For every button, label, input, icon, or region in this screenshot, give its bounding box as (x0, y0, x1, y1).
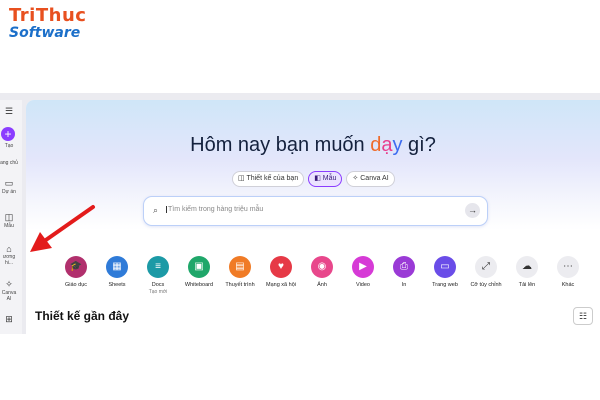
sparkle-icon: ✧ (5, 279, 13, 289)
arrow-right-icon: → (468, 205, 477, 215)
template-icon: ◫ (4, 212, 14, 222)
menu-icon: ☰ (4, 106, 14, 116)
brand-icon: ⌂ (6, 244, 12, 254)
sidebar-item-label: Canva AI (1, 290, 17, 302)
tab-templates[interactable]: ◧ Mẫu (308, 171, 343, 187)
apps-icon: ⊞ (5, 314, 13, 324)
hero-title-letter: d (370, 134, 382, 156)
recent-designs-heading: Thiết kế gần đây (35, 309, 130, 323)
hero-title-text: Hôm nay bạn muốn (190, 134, 371, 156)
design-icon: ◫ (238, 175, 245, 182)
category-label: Cỡ tùy chỉnh (470, 282, 502, 288)
search-input[interactable]: ⌕ Tìm kiếm trong hàng triệu mẫu → (143, 196, 488, 226)
category-7[interactable]: ▶ Video (343, 256, 383, 288)
category-icon: ⋯ (557, 256, 579, 278)
category-icon: ≡ (147, 256, 169, 278)
hero-title-letter: ạ (381, 134, 393, 156)
category-label: Docs (151, 282, 165, 288)
sidebar-menu[interactable]: ☰ (0, 106, 18, 117)
category-9[interactable]: ▭ Trang web (425, 256, 465, 288)
sidebar-item-label: Dự án (2, 189, 16, 195)
category-label: In (401, 282, 407, 288)
sidebar-item-canva-ai[interactable]: ✧ Canva AI (0, 279, 18, 302)
tab-label: Thiết kế của bạn (246, 175, 299, 182)
hero-title-letter: y (392, 134, 403, 156)
category-label: Whiteboard (184, 282, 214, 288)
category-11[interactable]: ☁ Tải lên (507, 256, 547, 288)
category-icon: ▶ (352, 256, 374, 278)
category-icon: ☁ (516, 256, 538, 278)
watermark-logo: TriThuc Software (9, 6, 99, 42)
category-sublabel: Tạo mới (148, 289, 168, 295)
create-button[interactable]: + (1, 127, 15, 141)
category-label: Trang web (432, 282, 458, 288)
category-6[interactable]: ◉ Ảnh (302, 256, 342, 288)
tab-your-designs[interactable]: ◫ Thiết kế của bạn (232, 171, 305, 187)
category-icon: 🎓 (65, 256, 87, 278)
category-icon: ♥ (270, 256, 292, 278)
category-5[interactable]: ♥ Mạng xã hội (261, 256, 301, 288)
list-view-button[interactable]: ☷ (573, 307, 593, 325)
category-icon: ▦ (106, 256, 128, 278)
category-label: Mạng xã hội (266, 282, 296, 288)
category-label: Tải lên (518, 282, 536, 288)
category-label: Ảnh (317, 282, 327, 288)
sidebar-item-apps[interactable]: ⊞ (0, 314, 18, 325)
sidebar-item-label: ang chủ (0, 160, 18, 166)
category-12[interactable]: ⋯ Khác (548, 256, 588, 288)
sidebar-item-templates[interactable]: ◫ Mẫu (0, 212, 18, 229)
category-label: Video (356, 282, 370, 288)
logo-line-2: Software (9, 25, 81, 41)
tab-canva-ai[interactable]: ✧ Canva AI (346, 171, 395, 187)
category-1[interactable]: ▦ Sheets (97, 256, 137, 288)
category-4[interactable]: ▤ Thuyết trình (220, 256, 260, 288)
category-icon: ⎙ (393, 256, 415, 278)
search-icon: ⌕ (153, 205, 159, 215)
search-mode-tabs: ◫ Thiết kế của bạn ◧ Mẫu ✧ Canva AI (232, 171, 395, 187)
category-icon: ▣ (188, 256, 210, 278)
sidebar-item-create-label: Tạo (4, 143, 14, 149)
category-8[interactable]: ⎙ In (384, 256, 424, 288)
template-icon: ◧ (314, 175, 321, 182)
sidebar-item-brand[interactable]: ⌂ ương hi... (0, 244, 18, 266)
hero-banner: Hôm nay bạn muốn dạy gì? ◫ Thiết kế của … (26, 100, 600, 230)
main-content: Hôm nay bạn muốn dạy gì? ◫ Thiết kế của … (26, 100, 600, 334)
category-icon: ▤ (229, 256, 251, 278)
category-label: Thuyết trình (225, 282, 255, 288)
sidebar-item-label: ương hi... (2, 254, 16, 266)
sidebar-item-home[interactable]: ang chủ (0, 160, 18, 166)
category-label: Giáo dục (64, 282, 87, 288)
search-submit-button[interactable]: → (465, 203, 480, 218)
search-placeholder: Tìm kiếm trong hàng triệu mẫu (166, 206, 264, 213)
category-icon: ▭ (434, 256, 456, 278)
list-view-icon: ☷ (578, 311, 588, 321)
category-label: Khác (561, 282, 575, 288)
hero-title-text: gì? (402, 134, 436, 156)
sidebar-item-projects[interactable]: ▭ Dự án (0, 178, 18, 195)
logo-line-1: TriThuc (9, 5, 87, 26)
category-shortcuts: 🎓 Giáo dục ▦ Sheets ≡ Docs Tạo mới ▣ Whiteboard ▤… (56, 256, 596, 302)
category-10[interactable]: ⤢ Cỡ tùy chỉnh (466, 256, 506, 288)
sparkle-icon: ✧ (352, 175, 359, 182)
tab-label: Canva AI (360, 175, 389, 182)
folder-icon: ▭ (4, 178, 14, 188)
sidebar-item-label: Mẫu (4, 223, 14, 229)
category-icon: ⤢ (475, 256, 497, 278)
category-label: Sheets (108, 282, 126, 288)
category-icon: ◉ (311, 256, 333, 278)
tab-label: Mẫu (322, 175, 337, 182)
hero-title: Hôm nay bạn muốn dạy gì? (26, 134, 600, 157)
category-2[interactable]: ≡ Docs Tạo mới (138, 256, 178, 295)
category-3[interactable]: ▣ Whiteboard (179, 256, 219, 288)
category-0[interactable]: 🎓 Giáo dục (56, 256, 96, 288)
